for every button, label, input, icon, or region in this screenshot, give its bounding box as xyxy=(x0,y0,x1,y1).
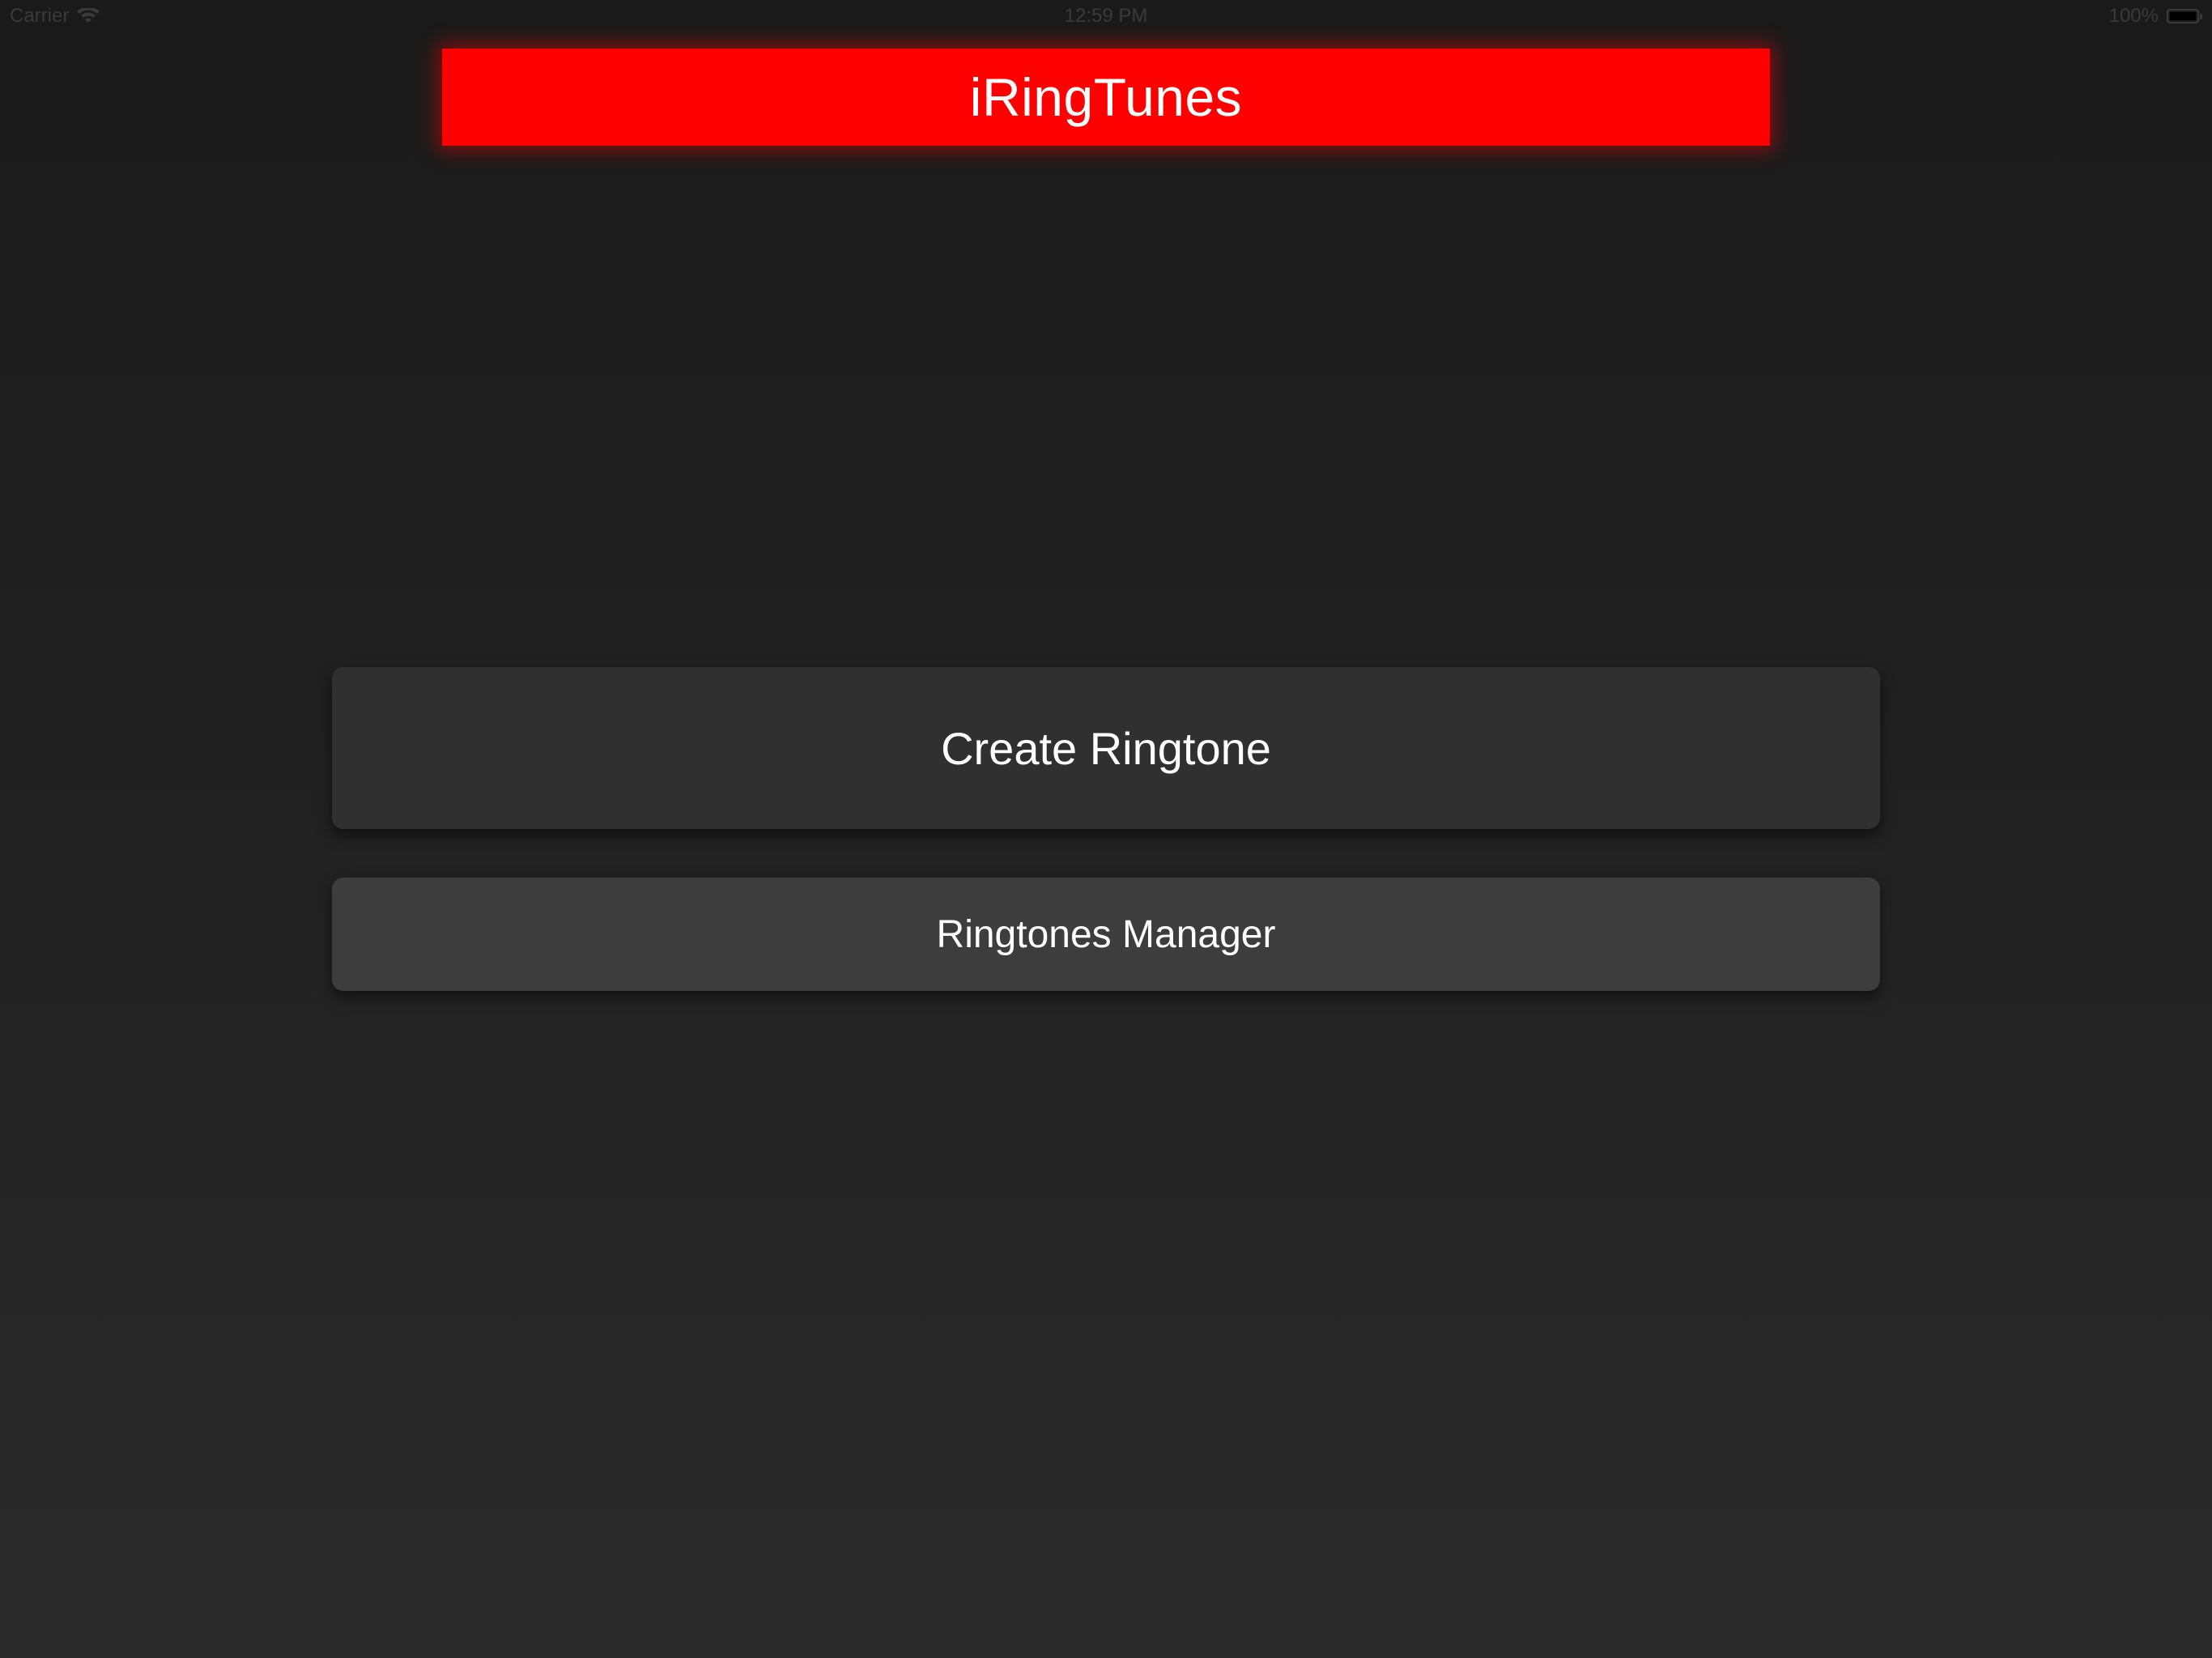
app-title: iRingTunes xyxy=(969,67,1243,127)
ringtones-manager-label: Ringtones Manager xyxy=(936,912,1276,956)
ringtones-manager-button[interactable]: Ringtones Manager xyxy=(332,878,1880,991)
title-banner: iRingTunes xyxy=(442,49,1770,146)
battery-percent: 100% xyxy=(2108,5,2159,27)
battery-icon xyxy=(2167,9,2202,23)
status-right: 100% xyxy=(2109,5,2202,28)
battery-nub xyxy=(2200,13,2202,19)
create-ringtone-label: Create Ringtone xyxy=(941,722,1271,774)
battery-body xyxy=(2167,9,2199,23)
create-ringtone-button[interactable]: Create Ringtone xyxy=(332,667,1880,829)
status-bar: Carrier 12:59 PM 100% xyxy=(0,0,2212,32)
battery-fill xyxy=(2170,12,2196,20)
status-time: 12:59 PM xyxy=(1064,5,1148,27)
